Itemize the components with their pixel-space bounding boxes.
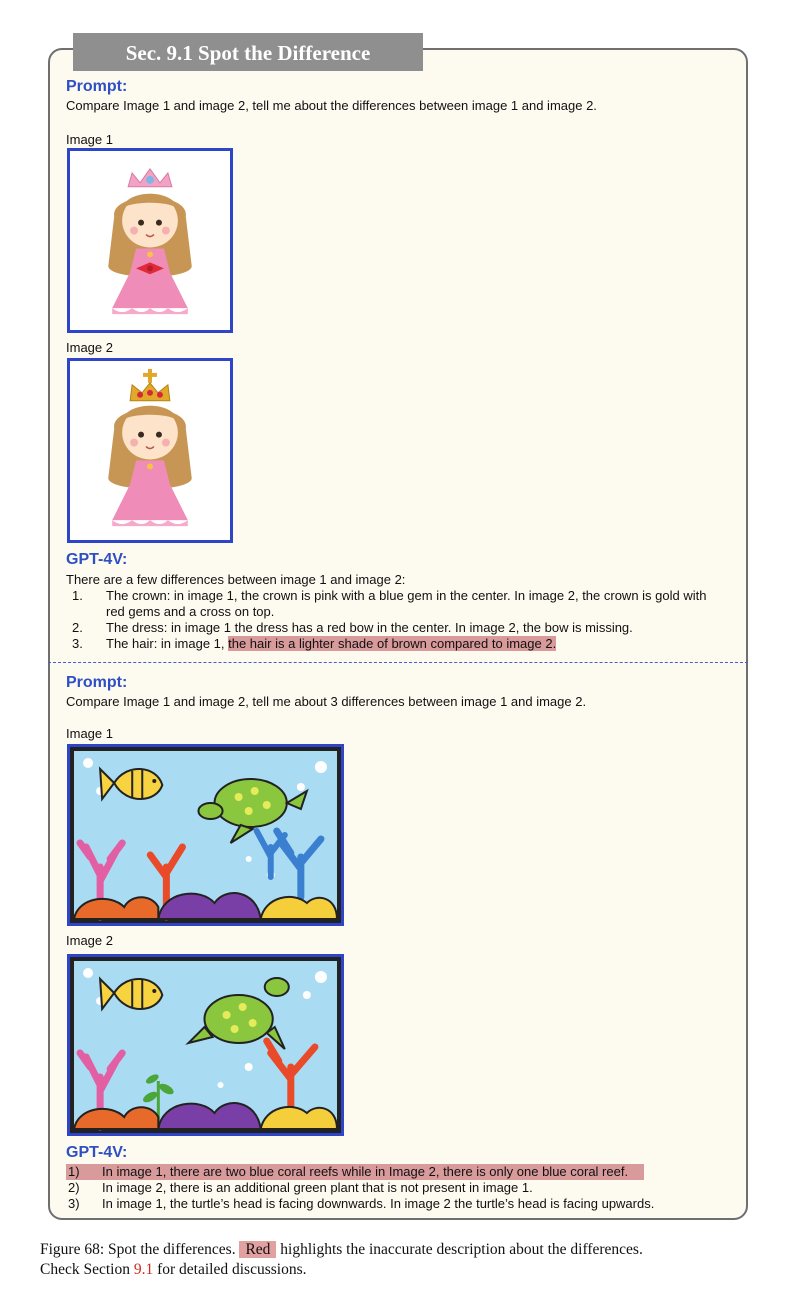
inaccurate-highlight: the hair is a lighter shade of brown com… — [228, 636, 557, 651]
list-item: 2) In image 2, there is an additional gr… — [68, 1180, 738, 1196]
ocean-image-1 — [67, 744, 344, 926]
list-item: 3. The hair: in image 1, the hair is a l… — [72, 636, 742, 652]
figure-caption: Figure 68: Spot the differences. Red hig… — [40, 1240, 770, 1280]
item-text: The hair: in image 1, — [106, 636, 229, 651]
item-text: In image 1, the turtle’s head is facing … — [102, 1196, 655, 1211]
ocean-image-2 — [67, 954, 344, 1136]
image2-caption-1: Image 2 — [66, 340, 113, 355]
list-item: 1) In image 1, there are two blue coral … — [68, 1164, 738, 1180]
item-number: 3. — [72, 636, 83, 651]
red-legend-tag: Red — [239, 1241, 277, 1258]
item-text: In image 1, there are two blue coral ree… — [102, 1164, 629, 1179]
list-item: 2. The dress: in image 1 the dress has a… — [72, 620, 742, 636]
list-item: 1. The crown: in image 1, the crown is p… — [72, 588, 742, 620]
item-text: In image 2, there is an additional green… — [102, 1180, 533, 1195]
item-number: 1. — [72, 588, 83, 603]
caption-line2-start: Check Section — [40, 1261, 134, 1278]
item-text-continued: red gems and a cross on top. — [106, 604, 275, 619]
section-title: Sec. 9.1 Spot the Difference — [73, 33, 423, 71]
list-item: 3) In image 1, the turtle’s head is faci… — [68, 1196, 738, 1212]
example-divider — [48, 662, 748, 663]
item-text: The crown: in image 1, the crown is pink… — [106, 588, 707, 603]
caption-prefix: Figure 68: Spot the differences. — [40, 1241, 240, 1258]
item-number: 2. — [72, 620, 83, 635]
princess-image-1 — [67, 148, 233, 333]
response-intro-1: There are a few differences between imag… — [66, 572, 406, 587]
response-label-2: GPT-4V: — [66, 1144, 128, 1161]
item-number: 3) — [68, 1196, 80, 1211]
image2-caption-2: Image 2 — [66, 933, 113, 948]
item-number: 1) — [68, 1164, 80, 1179]
prompt-text-1: Compare Image 1 and image 2, tell me abo… — [66, 98, 597, 113]
response-label-1: GPT-4V: — [66, 551, 128, 568]
image1-caption-2: Image 1 — [66, 726, 113, 741]
section-reference-link[interactable]: 9.1 — [134, 1261, 153, 1278]
prompt-label-2: Prompt: — [66, 674, 128, 691]
image1-caption-1: Image 1 — [66, 132, 113, 147]
caption-middle: highlights the inaccurate description ab… — [276, 1241, 643, 1258]
caption-line2-end: for detailed discussions. — [153, 1261, 307, 1278]
prompt-text-2: Compare Image 1 and image 2, tell me abo… — [66, 694, 587, 709]
item-number: 2) — [68, 1180, 80, 1195]
item-text: The dress: in image 1 the dress has a re… — [106, 620, 633, 635]
princess-image-2 — [67, 358, 233, 543]
prompt-label-1: Prompt: — [66, 78, 128, 95]
